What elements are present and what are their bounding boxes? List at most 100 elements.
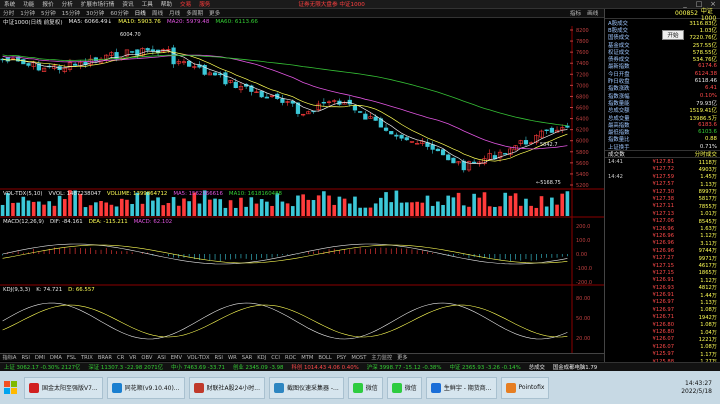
volume-header: VOL-TDX(5,10) VVOL: 1487238047 VOLUME: 1… xyxy=(0,190,285,198)
indicator-tab[interactable]: 主力监控 xyxy=(369,354,395,361)
indicator-tab[interactable]: ROC xyxy=(282,355,298,361)
chart-header: 中证1000(日线 前复权) MA5: 6066.49↓ MA10: 5903.… xyxy=(0,18,604,26)
ma5-label: MA5: 6066.49↓ xyxy=(68,19,113,25)
candle xyxy=(114,52,119,60)
indicator-tab[interactable]: VOL-TDX xyxy=(185,355,212,361)
menu-badge[interactable]: 交易 xyxy=(176,0,195,8)
windows-icon xyxy=(4,380,17,394)
trade-price: ¥127.27 xyxy=(652,255,674,262)
indicator-tab[interactable]: BOLL xyxy=(316,355,334,361)
stock-code: 000852 xyxy=(675,10,698,17)
macd-bar xyxy=(80,248,81,254)
start-button[interactable] xyxy=(0,371,22,404)
taskbar-app[interactable]: 微信 xyxy=(347,376,383,399)
indicator-tab[interactable]: WR xyxy=(225,355,239,361)
index-item[interactable]: 国金成都电脑1.79 xyxy=(549,363,601,371)
index-item[interactable]: 中证 2365.93 -3.26 -0.14% xyxy=(445,363,524,371)
index-item[interactable]: 深证 11307.3 -22.98 2071亿 xyxy=(84,363,167,371)
indicator-tab[interactable]: RSI xyxy=(212,355,225,361)
chart-area[interactable]: 8200 7800 7600 7400 7200 7000 6800 6600 6400 6200… xyxy=(0,26,604,353)
index-item[interactable]: 沪深 3998.77 -15.12 -0.38% xyxy=(363,363,446,371)
trade-price: ¥127.30 xyxy=(652,188,674,195)
taskbar-app[interactable]: 国金太阳至强版V7... xyxy=(24,376,103,399)
indicator-tab[interactable]: VR xyxy=(127,355,139,361)
indicator-tab[interactable]: BRAR xyxy=(95,355,114,361)
taskbar-app[interactable]: 同花顺(v9.10.40)... xyxy=(106,376,185,399)
tool-button[interactable]: 指标 xyxy=(567,9,584,17)
tool-button[interactable]: 画线 xyxy=(584,9,601,17)
indicator-tab[interactable]: OBV xyxy=(139,355,155,361)
period-tab[interactable]: 60分钟 xyxy=(107,9,131,17)
indicator-tab[interactable]: DMI xyxy=(32,355,47,361)
indicator-tab[interactable]: KDJ xyxy=(255,355,269,361)
period-tab[interactable]: 更多 xyxy=(206,9,223,17)
index-item[interactable]: 上证 3062.17 -0.30% 2127亿 xyxy=(0,363,84,371)
trade-price: ¥126.07 xyxy=(652,336,674,343)
period-tab[interactable]: 15分钟 xyxy=(59,9,83,17)
trade-size: 1.08万 xyxy=(700,344,717,351)
menu-item[interactable]: 资讯 xyxy=(118,0,137,8)
index-item[interactable]: 科创 1014.43 4.06 0.40% xyxy=(287,363,362,371)
indicator-tab[interactable]: FSL xyxy=(64,355,78,361)
menu-item[interactable]: 帮助 xyxy=(157,0,176,8)
trade-row: ¥126.80 1.08万 xyxy=(605,321,720,329)
macd-bar xyxy=(235,254,237,259)
taskbar-app[interactable]: 生鲜宇 - 期货商... xyxy=(425,376,497,399)
volume-bar xyxy=(373,203,378,216)
indicator-tab[interactable]: ASI xyxy=(155,355,168,361)
period-tab[interactable]: 周线 xyxy=(149,9,166,17)
menu-item[interactable]: 扩展市场行情 xyxy=(77,0,119,8)
start-popup[interactable]: 开始 xyxy=(662,30,684,40)
volume-bar xyxy=(42,204,46,216)
period-tab[interactable]: 5分钟 xyxy=(38,9,59,17)
indicator-tab[interactable]: DMA xyxy=(47,355,64,361)
period-tab[interactable]: 分时 xyxy=(0,9,17,17)
trade-price: ¥126.80 xyxy=(652,321,674,328)
system-clock[interactable]: 14:43:27 2022/5/18 xyxy=(681,380,720,396)
menu-badge[interactable]: 服务 xyxy=(195,0,214,8)
indicator-tab[interactable]: MTM xyxy=(299,355,316,361)
menu-item[interactable]: 系统 xyxy=(0,0,19,8)
volume-bar xyxy=(399,202,404,216)
indicator-tab[interactable]: EMV xyxy=(168,355,184,361)
indicator-tab[interactable]: CCI xyxy=(269,355,283,361)
high-marker: 6004.70 xyxy=(120,32,141,38)
menu-item[interactable]: 工具 xyxy=(138,0,157,8)
minimize-button[interactable]: _ xyxy=(678,0,692,8)
macd-bar xyxy=(530,254,532,261)
trade-row: ¥125.97 1.17万 xyxy=(605,351,720,358)
taskbar-app[interactable]: 财联社A股24小时... xyxy=(188,376,265,399)
menu-item[interactable]: 分析 xyxy=(58,0,77,8)
macd-bar xyxy=(344,249,345,254)
app-icon xyxy=(111,382,122,393)
index-item[interactable]: 中小 7463.69 -33.71 xyxy=(167,363,229,371)
menu-item[interactable]: 报价 xyxy=(38,0,57,8)
indicator-tab[interactable]: 更多 xyxy=(395,354,410,361)
period-tab[interactable]: 日线 xyxy=(132,9,149,17)
indicator-tab[interactable]: RSI xyxy=(19,355,32,361)
indicator-tab[interactable]: TRIX xyxy=(79,355,96,361)
indicator-tab[interactable]: SAR xyxy=(239,355,255,361)
taskbar-app[interactable]: 截图仪速采集器 -... xyxy=(268,376,344,399)
macd-bar xyxy=(111,250,112,254)
index-item[interactable]: 创业 2345.09 -3.98 xyxy=(229,363,287,371)
taskbar-app[interactable]: Pointofix xyxy=(500,376,550,399)
indicator-tab[interactable]: MOST xyxy=(349,355,369,361)
index-item[interactable]: 总成交 xyxy=(525,363,549,371)
kdj-tick: 50.00 xyxy=(576,316,590,322)
macd-bar xyxy=(266,254,268,259)
indicator-tab[interactable]: PSY xyxy=(334,355,349,361)
indicator-tab[interactable]: 指标A xyxy=(0,354,19,361)
macd-bar xyxy=(328,248,330,254)
taskbar-app[interactable]: 微信 xyxy=(386,376,422,399)
period-tab[interactable]: 30分钟 xyxy=(83,9,107,17)
period-tab[interactable]: 1分钟 xyxy=(17,9,38,17)
kdj-d: D: 66.557 xyxy=(68,287,95,293)
trade-row: ¥126.93 4812万 xyxy=(605,284,720,292)
trade-header: 成交数 分时成交 xyxy=(605,150,720,159)
indicator-tab[interactable]: CR xyxy=(114,355,126,361)
period-tab[interactable]: 多周期 xyxy=(183,9,206,17)
menu-item[interactable]: 功能 xyxy=(19,0,38,8)
period-tab[interactable]: 月线 xyxy=(166,9,183,17)
candle xyxy=(399,134,404,139)
